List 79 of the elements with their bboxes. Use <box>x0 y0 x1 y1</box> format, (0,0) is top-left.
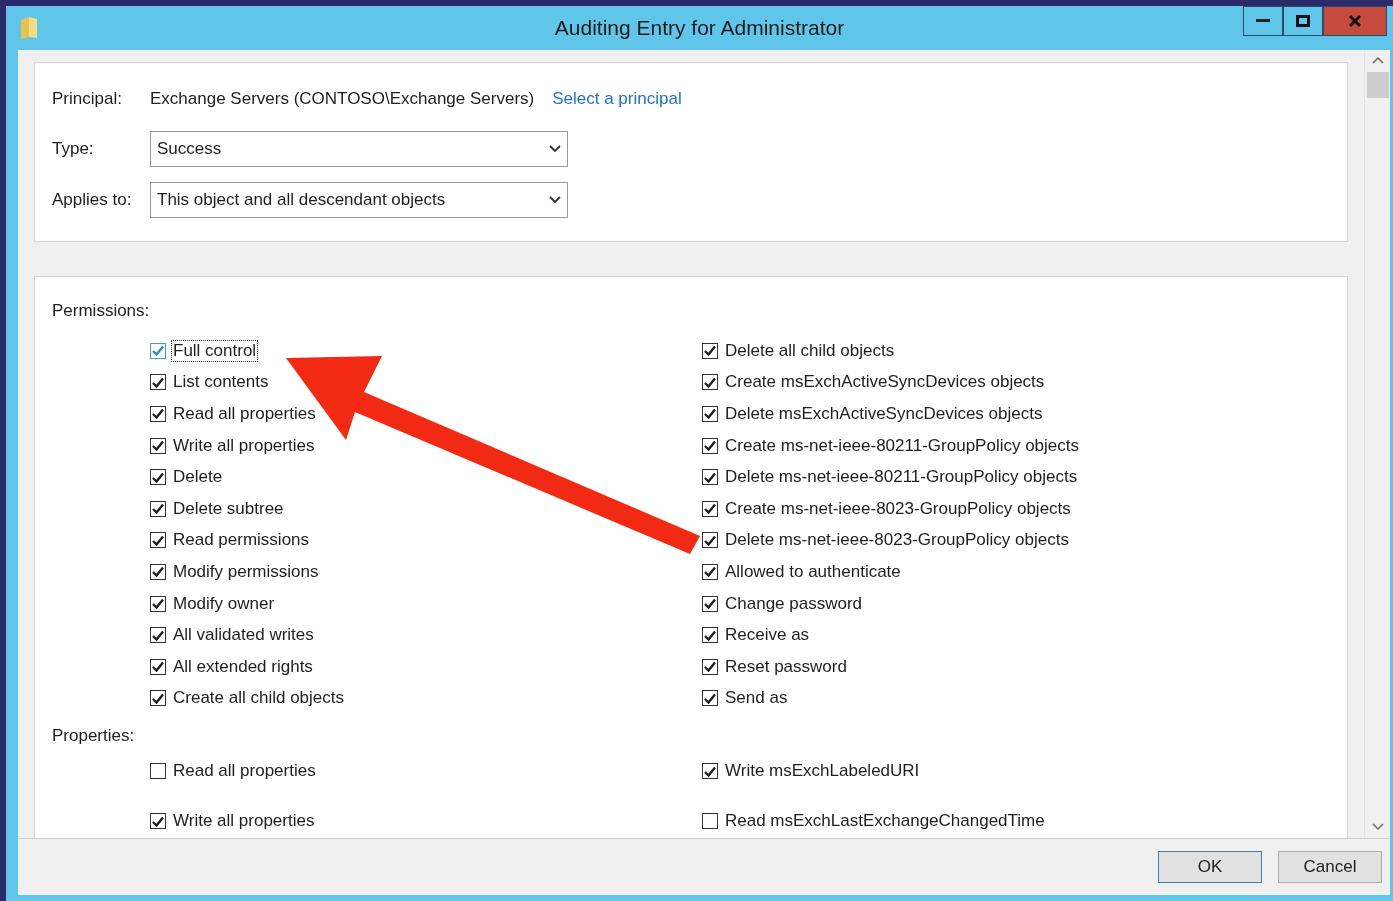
checkbox-label[interactable]: Write msExchLabeledURI <box>723 760 922 783</box>
checkbox[interactable] <box>702 763 718 780</box>
applies-to-dropdown[interactable]: This object and all descendant objects <box>150 181 568 218</box>
checkbox-label[interactable]: Change password <box>723 592 865 615</box>
close-button[interactable] <box>1323 6 1387 36</box>
checkbox[interactable] <box>150 813 166 830</box>
checkbox-label[interactable]: Delete subtree <box>171 497 286 520</box>
checkbox-label[interactable]: Read msExchLastExchangeChangedTime <box>723 810 1047 833</box>
checkbox-label[interactable]: All validated writes <box>171 624 316 647</box>
type-dropdown[interactable]: Success <box>150 130 568 167</box>
chevron-down-icon <box>549 195 561 204</box>
checkbox[interactable] <box>702 437 718 454</box>
folder-icon <box>20 16 38 40</box>
field-label: Type: <box>52 138 95 159</box>
checkbox[interactable] <box>702 500 718 517</box>
section-label: Permissions: <box>52 301 151 321</box>
checkbox[interactable] <box>702 658 718 675</box>
checkbox-label[interactable]: Delete ms-net-ieee-8023-GroupPolicy objects <box>723 529 1071 552</box>
checkbox[interactable] <box>702 627 718 644</box>
checkbox-label[interactable]: Reset password <box>723 655 849 678</box>
maximize-button[interactable] <box>1283 6 1323 36</box>
minimize-button[interactable] <box>1243 6 1283 36</box>
checkbox-label[interactable]: Read permissions <box>171 529 312 552</box>
scrollbar[interactable] <box>1364 50 1390 838</box>
checkbox-label[interactable]: Create ms-net-ieee-80211-GroupPolicy objects <box>723 434 1082 457</box>
checkbox[interactable] <box>150 658 166 675</box>
checkbox-label[interactable]: Full control <box>171 339 259 362</box>
checkbox-label[interactable]: List contents <box>171 371 271 394</box>
checkbox[interactable] <box>702 813 718 830</box>
checkbox[interactable] <box>702 342 718 359</box>
checkbox-label[interactable]: Modify owner <box>171 592 277 615</box>
select-principal-link[interactable]: Select a principal <box>552 89 682 109</box>
checkbox[interactable] <box>150 437 166 454</box>
checkbox-label[interactable]: Create all child objects <box>171 687 347 710</box>
checkbox-label[interactable]: Create msExchActiveSyncDevices objects <box>723 371 1047 394</box>
checkbox[interactable] <box>150 500 166 517</box>
checkbox[interactable] <box>702 469 718 486</box>
checkbox-label[interactable]: Modify permissions <box>171 560 321 583</box>
checkbox[interactable] <box>150 532 166 549</box>
checkbox-label[interactable]: Send as <box>723 687 790 710</box>
section-label: Properties: <box>52 726 136 747</box>
checkbox[interactable] <box>150 763 166 780</box>
maximize-icon <box>1296 15 1310 27</box>
checkbox[interactable] <box>702 563 718 580</box>
chevron-down-icon <box>549 144 561 153</box>
checkbox[interactable] <box>702 406 718 422</box>
checkbox-label[interactable]: Delete msExchActiveSyncDevices objects <box>723 403 1045 425</box>
checkbox[interactable] <box>150 342 166 359</box>
checkbox[interactable] <box>702 690 718 707</box>
checkbox[interactable] <box>150 374 166 391</box>
minimize-icon <box>1256 19 1270 23</box>
checkbox-label[interactable]: Delete <box>171 466 225 489</box>
checkbox-label[interactable]: Read all properties <box>171 403 318 425</box>
scroll-thumb[interactable] <box>1366 72 1389 98</box>
checkbox[interactable] <box>702 374 718 391</box>
checkbox-label[interactable]: Write all properties <box>171 434 317 457</box>
checkbox[interactable] <box>702 595 718 612</box>
checkbox-label[interactable]: All extended rights <box>171 655 315 678</box>
checkbox[interactable] <box>150 469 166 486</box>
principal-name: Exchange Servers (CONTOSO\Exchange Servers) <box>150 89 535 109</box>
checkbox[interactable] <box>150 406 166 422</box>
field-label: Principal: <box>52 89 123 109</box>
checkbox-label[interactable]: Delete ms-net-ieee-80211-GroupPolicy objects <box>723 466 1080 489</box>
checkbox-label[interactable]: Create ms-net-ieee-8023-GroupPolicy objects <box>723 497 1073 520</box>
window-title: Auditing Entry for Administrator <box>554 16 845 40</box>
checkbox[interactable] <box>702 532 718 549</box>
close-icon <box>1348 14 1362 28</box>
checkbox-label[interactable]: Read all properties <box>171 760 318 783</box>
ok-button[interactable]: OK <box>1158 851 1262 883</box>
checkbox[interactable] <box>150 595 166 612</box>
checkbox-label[interactable]: Receive as <box>723 624 812 647</box>
field-label: Applies to: <box>52 189 133 210</box>
checkbox-label[interactable]: Allowed to authenticate <box>723 560 903 583</box>
cancel-button[interactable]: Cancel <box>1278 851 1382 883</box>
checkbox-label[interactable]: Delete all child objects <box>723 339 897 362</box>
checkbox[interactable] <box>150 627 166 644</box>
checkbox[interactable] <box>150 563 166 580</box>
checkbox-label[interactable]: Write all properties <box>171 810 317 833</box>
checkbox[interactable] <box>150 690 166 707</box>
